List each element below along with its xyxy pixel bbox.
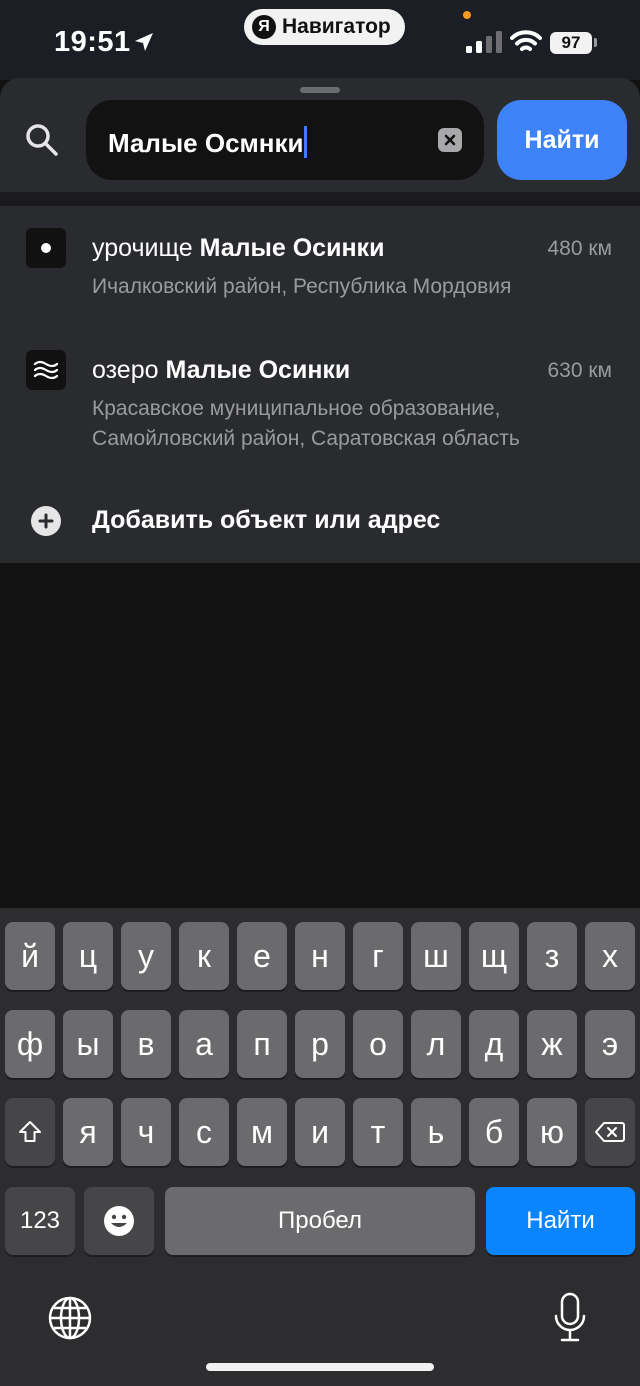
key[interactable]: й — [5, 922, 55, 990]
key[interactable]: л — [411, 1010, 461, 1078]
key[interactable]: н — [295, 922, 345, 990]
search-results: урочище Малые Осинки 480 км Ичалковский … — [0, 206, 640, 563]
key[interactable]: щ — [469, 922, 519, 990]
microphone-icon[interactable] — [552, 1292, 588, 1346]
emoji-key[interactable] — [84, 1187, 154, 1255]
battery-level: 97 — [561, 33, 581, 52]
key[interactable]: ь — [411, 1098, 461, 1166]
key[interactable]: и — [295, 1098, 345, 1166]
shift-key[interactable] — [5, 1098, 55, 1166]
result-subtitle-line-1: Красавское муниципальное образование, — [92, 397, 501, 420]
key[interactable]: ю — [527, 1098, 577, 1166]
add-object-button[interactable]: Добавить объект или адрес — [0, 502, 640, 542]
result-name: Малые Осинки — [165, 356, 351, 384]
find-button[interactable]: Найти — [497, 100, 627, 180]
emoji-icon — [104, 1206, 134, 1236]
sheet-separator — [0, 192, 640, 206]
backspace-key[interactable] — [585, 1098, 635, 1166]
home-indicator[interactable] — [206, 1363, 434, 1371]
clear-icon[interactable] — [438, 128, 462, 152]
keyboard: й ц у к е н г ш щ з х ф ы в а п р о л д … — [0, 908, 640, 1386]
search-query-value: Малые Осмнки — [108, 128, 304, 158]
search-sheet: Малые Осмнки Найти — [0, 78, 640, 206]
key[interactable]: у — [121, 922, 171, 990]
app-back-pill[interactable]: Я Навигатор — [244, 9, 405, 45]
result-distance: 630 км — [547, 359, 613, 382]
status-bar: 19:51 Я Навигатор 97 — [0, 0, 640, 80]
result-distance: 480 км — [547, 237, 613, 260]
privacy-indicator-dot — [463, 11, 471, 19]
status-time: 19:51 — [54, 26, 131, 58]
result-subtitle: Ичалковский район, Республика Мордовия — [92, 275, 512, 298]
key[interactable]: с — [179, 1098, 229, 1166]
key[interactable]: ч — [121, 1098, 171, 1166]
result-type: озеро — [92, 356, 159, 384]
result-name: Малые Осинки — [199, 234, 385, 262]
key[interactable]: э — [585, 1010, 635, 1078]
shift-icon — [19, 1121, 41, 1142]
key[interactable]: в — [121, 1010, 171, 1078]
key[interactable]: г — [353, 922, 403, 990]
search-input[interactable]: Малые Осмнки — [86, 100, 484, 180]
key[interactable]: ц — [63, 922, 113, 990]
battery-icon: 97 — [550, 32, 592, 54]
search-query-text: Малые Осмнки — [108, 126, 308, 159]
result-item[interactable]: урочище Малые Осинки 480 км Ичалковский … — [0, 206, 640, 316]
space-key[interactable]: Пробел — [165, 1187, 475, 1255]
sheet-grabber[interactable] — [300, 87, 340, 93]
search-icon — [26, 124, 58, 156]
place-dot-icon — [26, 228, 66, 268]
key[interactable]: е — [237, 922, 287, 990]
result-title: озеро Малые Осинки — [92, 356, 350, 385]
key[interactable]: к — [179, 922, 229, 990]
key[interactable]: ж — [527, 1010, 577, 1078]
result-item[interactable]: озеро Малые Осинки 630 км Красавское мун… — [0, 326, 640, 486]
text-caret — [304, 126, 308, 158]
app-name: Навигатор — [282, 15, 391, 38]
water-waves-icon — [26, 350, 66, 390]
location-arrow-icon — [135, 33, 153, 51]
key[interactable]: р — [295, 1010, 345, 1078]
key[interactable]: п — [237, 1010, 287, 1078]
key[interactable]: х — [585, 922, 635, 990]
numbers-key[interactable]: 123 — [5, 1187, 75, 1255]
key[interactable]: я — [63, 1098, 113, 1166]
key[interactable]: о — [353, 1010, 403, 1078]
globe-icon[interactable] — [46, 1294, 94, 1342]
result-title: урочище Малые Осинки — [92, 234, 384, 263]
backspace-icon — [595, 1122, 625, 1142]
key[interactable]: а — [179, 1010, 229, 1078]
key[interactable]: т — [353, 1098, 403, 1166]
result-type: урочище — [92, 234, 193, 262]
yandex-logo: Я — [252, 15, 276, 39]
key[interactable]: ф — [5, 1010, 55, 1078]
key[interactable]: б — [469, 1098, 519, 1166]
key[interactable]: ш — [411, 922, 461, 990]
key[interactable]: з — [527, 922, 577, 990]
result-subtitle-line-2: Самойловский район, Саратовская область — [92, 427, 520, 450]
key[interactable]: д — [469, 1010, 519, 1078]
signal-icon — [466, 31, 502, 53]
key[interactable]: м — [237, 1098, 287, 1166]
return-key[interactable]: Найти — [486, 1187, 635, 1255]
wifi-icon — [510, 30, 542, 51]
plus-circle-icon — [31, 506, 61, 536]
key[interactable]: ы — [63, 1010, 113, 1078]
battery-tip — [594, 38, 597, 47]
add-object-label: Добавить объект или адрес — [92, 506, 441, 534]
